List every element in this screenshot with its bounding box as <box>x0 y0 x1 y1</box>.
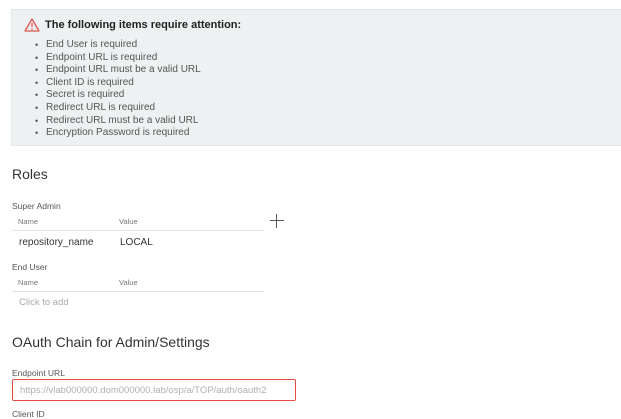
super-admin-row-value[interactable]: LOCAL <box>120 237 153 248</box>
oauth-section-title: OAuth Chain for Admin/Settings <box>12 334 210 350</box>
alert-item: Redirect URL must be a valid URL <box>35 115 201 128</box>
super-admin-label: Super Admin <box>12 201 61 211</box>
alert-item: Endpoint URL must be a valid URL <box>35 64 201 77</box>
alert-item: Secret is required <box>35 89 201 102</box>
end-user-header-divider <box>12 291 264 292</box>
super-admin-col-name: Name <box>18 217 39 226</box>
alert-item: End User is required <box>35 39 201 52</box>
endpoint-url-label: Endpoint URL <box>12 368 65 378</box>
roles-title: Roles <box>12 166 48 182</box>
plus-icon[interactable] <box>268 212 286 230</box>
endpoint-url-input[interactable] <box>12 379 296 401</box>
warning-triangle-icon <box>24 18 40 32</box>
validation-alert: The following items require attention: E… <box>11 9 621 146</box>
end-user-col-name: Name <box>18 278 39 287</box>
alert-header: The following items require attention: <box>24 18 241 32</box>
alert-list: End User is required Endpoint URL is req… <box>35 39 201 140</box>
super-admin-header-divider <box>12 230 264 231</box>
alert-item: Client ID is required <box>35 77 201 90</box>
alert-title: The following items require attention: <box>45 19 242 31</box>
super-admin-col-value: Value <box>119 217 138 226</box>
end-user-col-value: Value <box>119 278 138 287</box>
client-id-label: Client ID <box>12 409 45 419</box>
alert-item: Encryption Password is required <box>35 127 201 140</box>
alert-item: Endpoint URL is required <box>35 52 201 65</box>
alert-item: Redirect URL is required <box>35 102 201 115</box>
super-admin-row-name[interactable]: repository_name <box>19 237 93 248</box>
end-user-label: End User <box>12 262 48 272</box>
end-user-click-to-add[interactable]: Click to add <box>19 297 69 308</box>
